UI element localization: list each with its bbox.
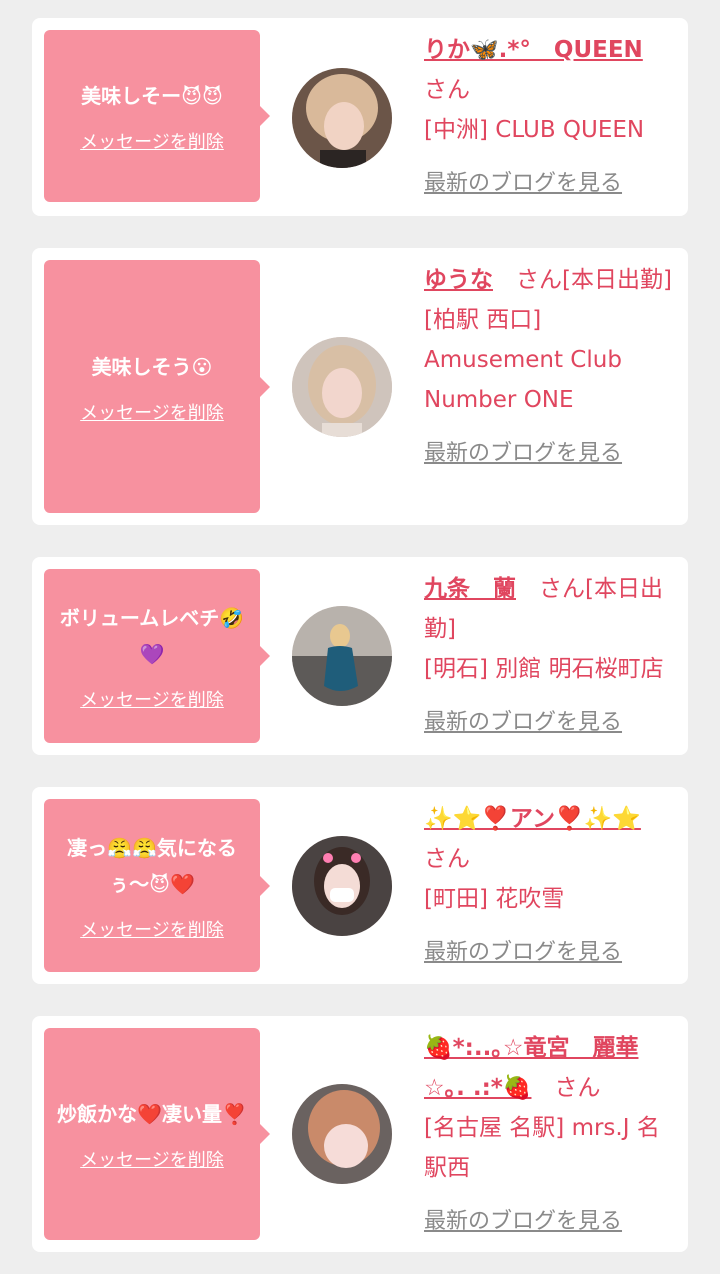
latest-blog-link[interactable]: 最新のブログを見る <box>424 703 622 743</box>
avatar-photo-icon <box>292 606 392 706</box>
message-text: 美味しそー😈😈 <box>81 84 223 108</box>
message-bubble: ボリュームレベチ🤣💜 メッセージを削除 <box>44 569 270 743</box>
cast-info: 九条 蘭 さん[本日出勤] [明石] 別館 明石桜町店 最新のブログを見る <box>424 569 674 743</box>
avatar[interactable] <box>292 606 392 706</box>
delete-message-link[interactable]: メッセージを削除 <box>80 1146 224 1172</box>
shop-name: [明石] 別館 明石桜町店 <box>424 656 664 682</box>
avatar-photo-icon <box>292 836 392 936</box>
message-card: 炒飯かな❤️凄い量❣️ メッセージを削除 🍓*:..｡☆竜宮 麗華☆｡. .:*… <box>32 1016 688 1252</box>
cast-info: 🍓*:..｡☆竜宮 麗華☆｡. .:*🍓 さん [名古屋 名駅] mrs.J 名… <box>424 1028 674 1242</box>
message-bubble: 凄っ😤😤気になるぅ〜😈❤️ メッセージを削除 <box>44 799 270 972</box>
avatar-photo-icon <box>292 68 392 168</box>
message-bubble: 美味しそー😈😈 メッセージを削除 <box>44 30 270 202</box>
honorific: さん <box>554 1075 601 1101</box>
latest-blog-link[interactable]: 最新のブログを見る <box>424 434 622 474</box>
latest-blog-link[interactable]: 最新のブログを見る <box>424 1202 622 1242</box>
latest-blog-link[interactable]: 最新のブログを見る <box>424 164 622 204</box>
honorific: さん <box>424 77 470 103</box>
shop-name: [町田] 花吹雪 <box>424 886 565 912</box>
cast-name-link[interactable]: ゆうな <box>424 267 493 293</box>
message-bubble: 美味しそう😮 メッセージを削除 <box>44 260 270 513</box>
message-text: 凄っ😤😤気になるぅ〜😈❤️ <box>67 835 237 896</box>
message-bubble: 炒飯かな❤️凄い量❣️ メッセージを削除 <box>44 1028 270 1240</box>
message-text: ボリュームレベチ🤣💜 <box>59 606 245 666</box>
favorite-message-list: 美味しそー😈😈 メッセージを削除 りか🦋.*° QUEEN さん [中洲] CL… <box>0 0 720 1252</box>
cast-name-link[interactable]: 🍓*:..｡☆竜宮 麗華☆｡. .:*🍓 <box>424 1035 638 1101</box>
avatar[interactable] <box>292 836 392 936</box>
message-card: ボリュームレベチ🤣💜 メッセージを削除 九条 蘭 さん[本日出勤] [明石] 別… <box>32 557 688 755</box>
delete-message-link[interactable]: メッセージを削除 <box>80 399 224 425</box>
message-text: 炒飯かな❤️凄い量❣️ <box>57 1102 247 1126</box>
cast-info: ✨⭐❣️アン❣️✨⭐ さん [町田] 花吹雪 最新のブログを見る <box>424 799 674 973</box>
shop-name: [名古屋 名駅] mrs.J 名駅西 <box>424 1115 660 1181</box>
avatar[interactable] <box>292 1084 392 1184</box>
avatar-photo-icon <box>292 1084 392 1184</box>
message-text: 美味しそう😮 <box>91 354 213 379</box>
cast-name-link[interactable]: 九条 蘭 <box>424 576 516 602</box>
cast-name-link[interactable]: ✨⭐❣️アン❣️✨⭐ <box>424 806 641 832</box>
cast-name-link[interactable]: りか🦋.*° QUEEN <box>424 37 643 63</box>
latest-blog-link[interactable]: 最新のブログを見る <box>424 933 622 973</box>
avatar[interactable] <box>292 68 392 168</box>
delete-message-link[interactable]: メッセージを削除 <box>80 128 224 154</box>
cast-info: ゆうな さん[本日出勤] [柏駅 西口] Amusement Club Numb… <box>424 260 674 474</box>
message-card: 凄っ😤😤気になるぅ〜😈❤️ メッセージを削除 ✨⭐❣️アン❣️✨⭐ さん [町田… <box>32 787 688 984</box>
shop-name: [柏駅 西口] Amusement Club Number ONE <box>424 307 622 413</box>
shop-name: [中洲] CLUB QUEEN <box>424 117 645 143</box>
cast-info: りか🦋.*° QUEEN さん [中洲] CLUB QUEEN 最新のブログを見… <box>424 30 674 204</box>
message-card: 美味しそー😈😈 メッセージを削除 りか🦋.*° QUEEN さん [中洲] CL… <box>32 18 688 216</box>
avatar[interactable] <box>292 337 392 437</box>
delete-message-link[interactable]: メッセージを削除 <box>80 916 224 942</box>
avatar-photo-icon <box>292 337 392 437</box>
honorific: さん <box>424 846 470 872</box>
honorific: さん[本日出勤] <box>516 267 672 293</box>
message-card: 美味しそう😮 メッセージを削除 ゆうな さん[本日出勤] [柏駅 西口] Amu… <box>32 248 688 525</box>
delete-message-link[interactable]: メッセージを削除 <box>80 686 224 712</box>
